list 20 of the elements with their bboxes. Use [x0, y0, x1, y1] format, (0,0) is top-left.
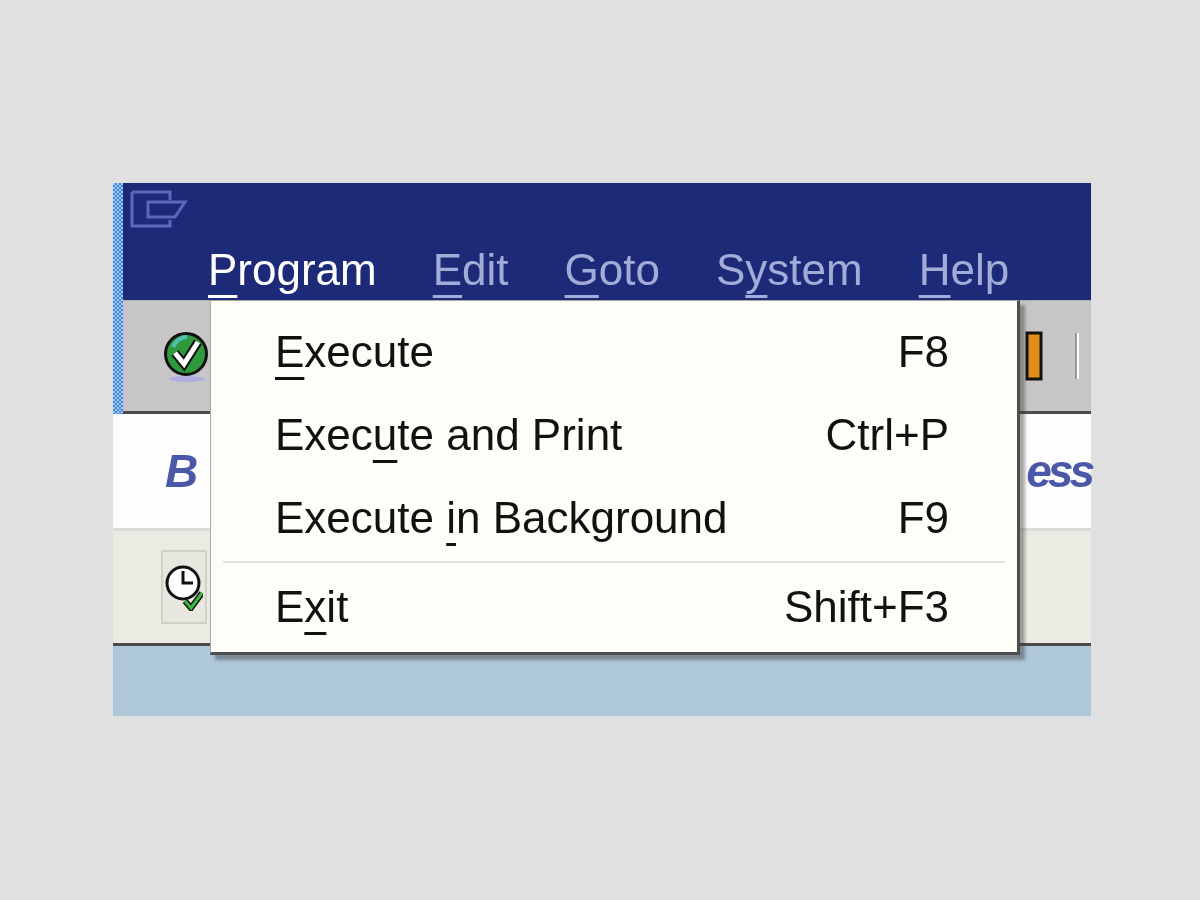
page-title-text: ess [1026, 444, 1091, 498]
shortcut-text: Shift+F3 [783, 581, 949, 632]
shortcut-text: Ctrl+P [825, 409, 949, 460]
clock-icon [165, 563, 203, 611]
menu-bar-item[interactable]: Edit [432, 246, 509, 300]
menu-item[interactable]: Execute and Print Ctrl+P [211, 393, 1017, 476]
window-menu-icon[interactable] [130, 190, 188, 228]
shortcut-text: F9 [897, 492, 949, 543]
menu-item[interactable]: Execute in Background F9 [211, 476, 1017, 559]
block-icon[interactable] [1025, 331, 1043, 381]
menu-item[interactable]: Exit Shift+F3 [211, 565, 1017, 648]
menu-bar-item[interactable]: Goto [564, 246, 660, 300]
menu-item[interactable]: Execute F8 [211, 310, 1017, 393]
check-icon[interactable] [163, 329, 209, 383]
menu-bar-item[interactable]: Help [918, 246, 1010, 300]
page-title-text: B [165, 444, 199, 498]
clock-button[interactable] [161, 550, 207, 624]
shortcut-text: F8 [897, 326, 949, 377]
menu-bar-item[interactable]: Program [208, 246, 377, 300]
menu-bar-item[interactable]: System [716, 246, 863, 300]
